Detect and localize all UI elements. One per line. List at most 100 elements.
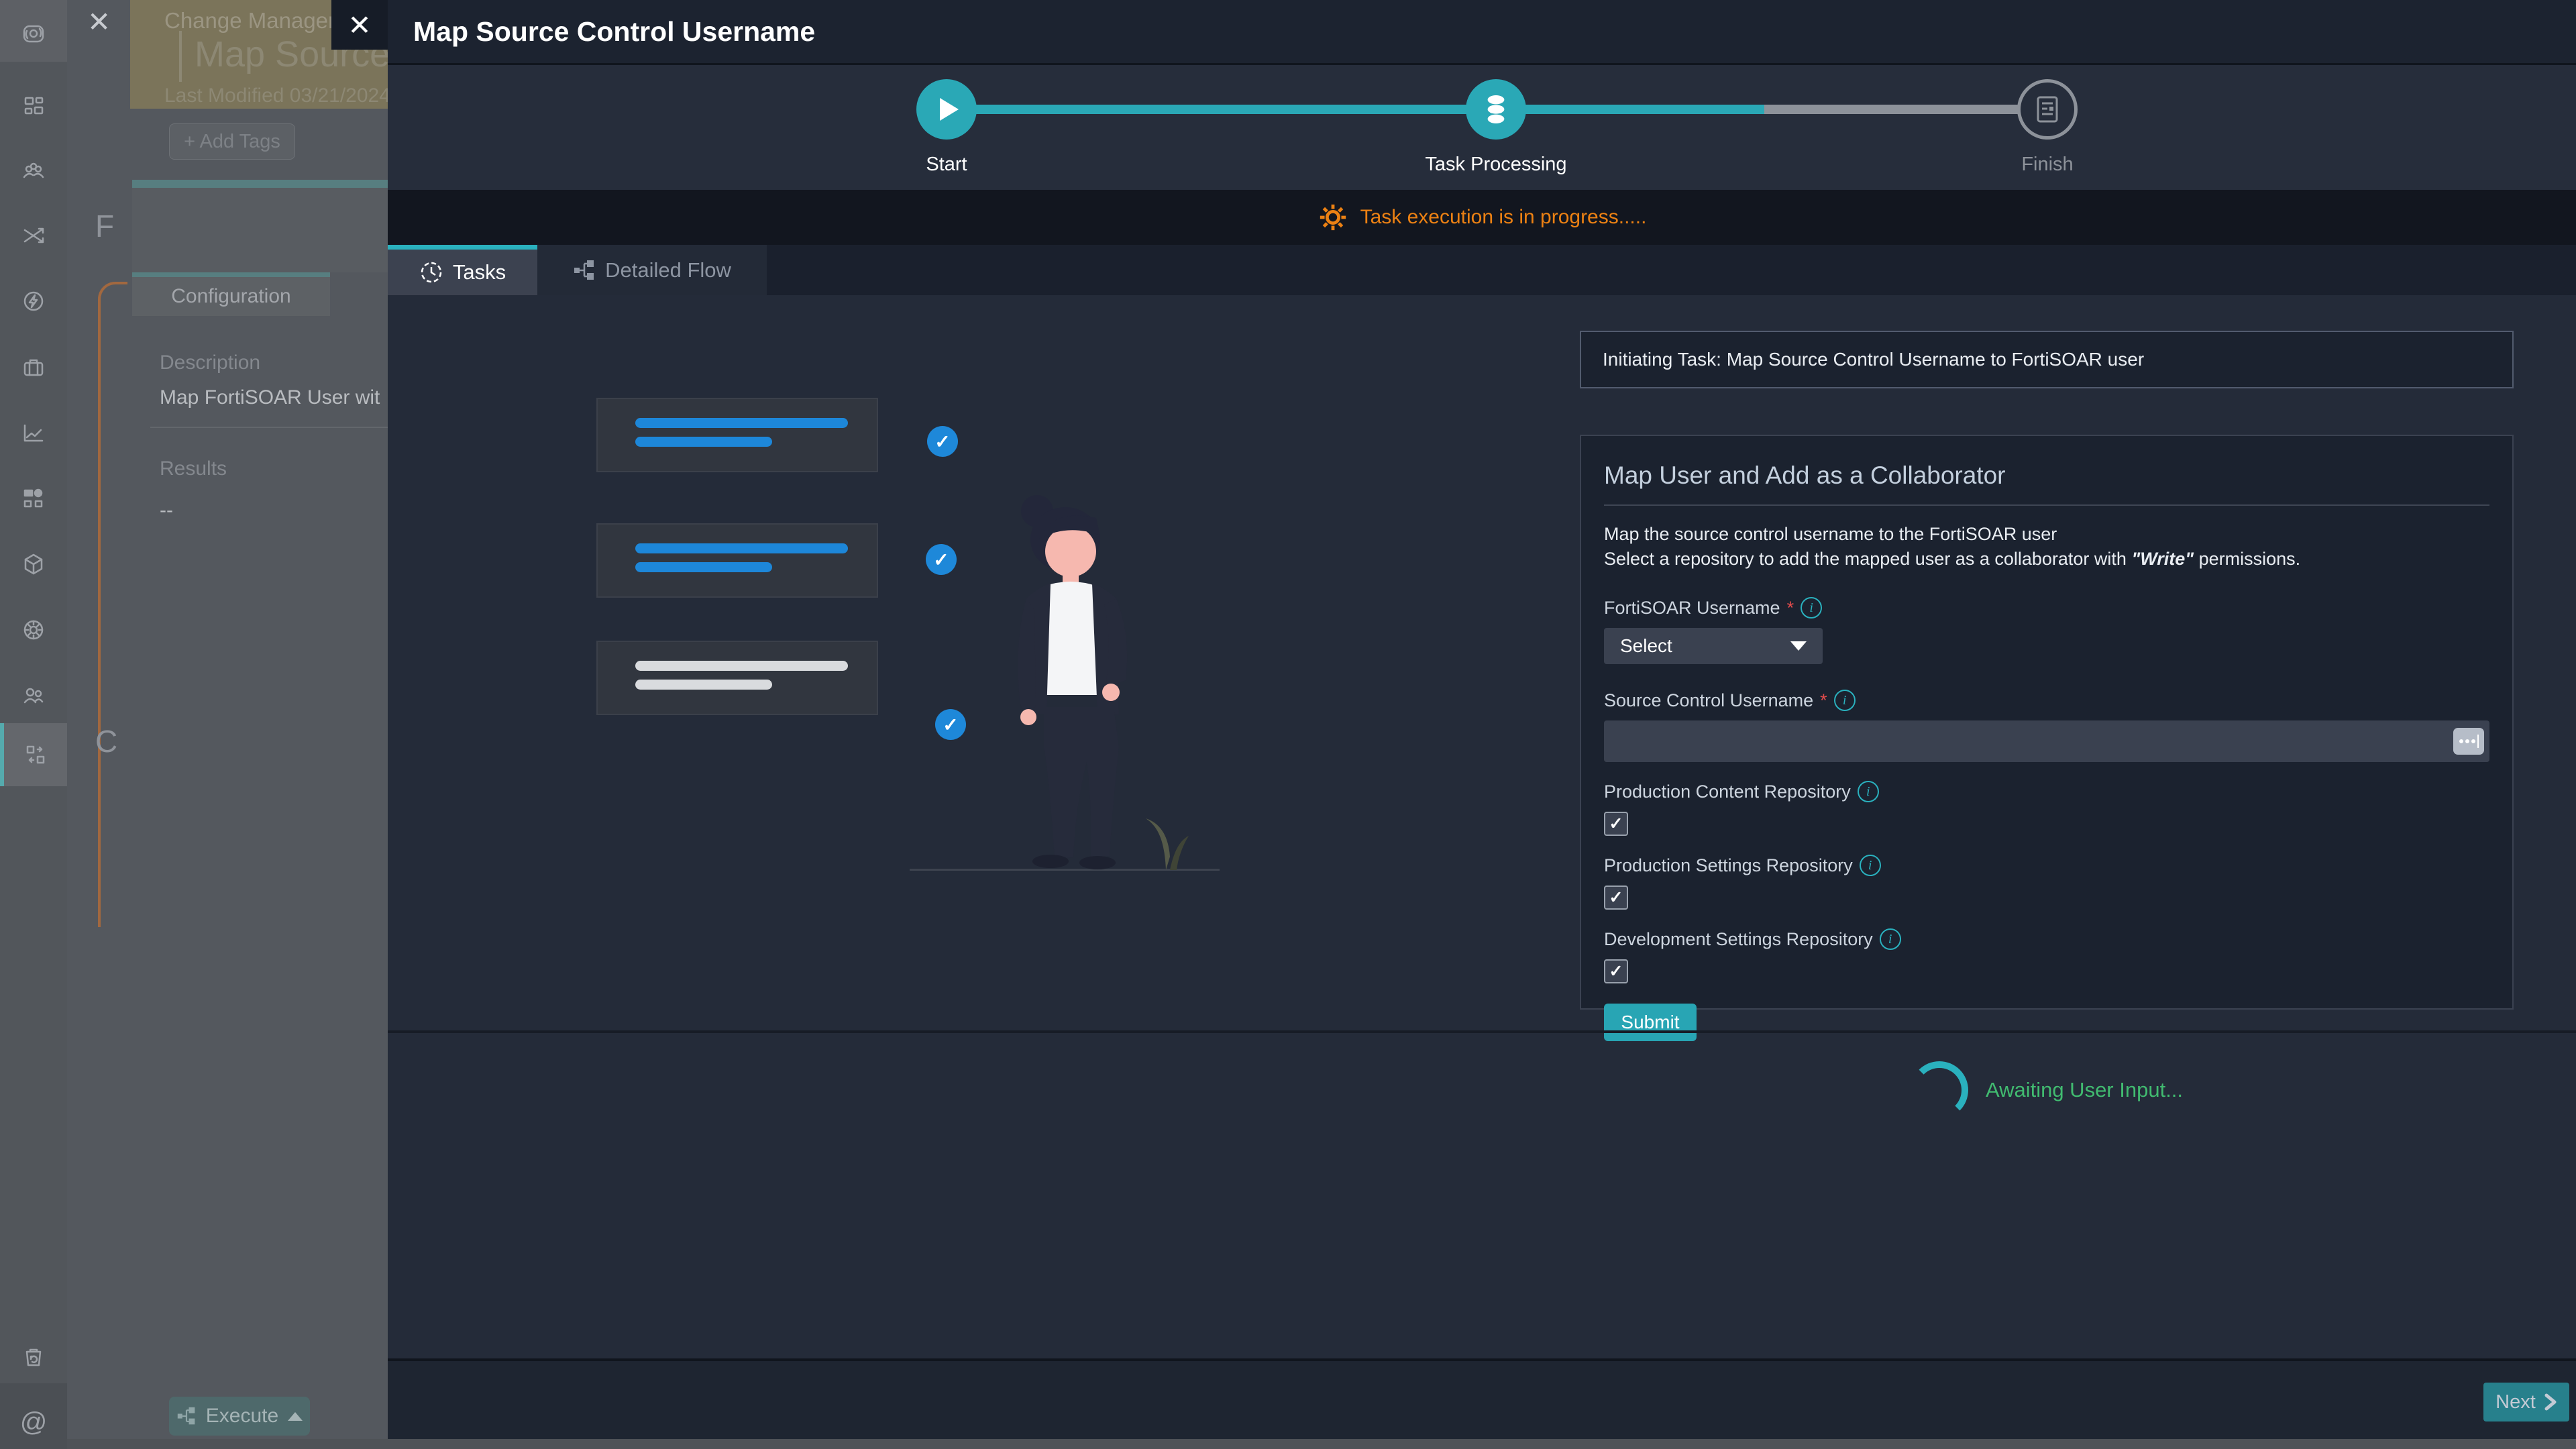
- next-label: Next: [2496, 1391, 2536, 1413]
- production-content-repository-label: Production Content Repository i: [1604, 781, 2489, 802]
- source-control-username-input[interactable]: [1604, 720, 2489, 762]
- widgets-icon[interactable]: [0, 476, 67, 521]
- chevron-down-icon: [1790, 641, 1807, 651]
- execution-status-text: Task execution is in progress.....: [1360, 206, 1647, 229]
- stepper-progress-line: [947, 105, 1764, 114]
- illustration-bar: [635, 562, 772, 572]
- check-icon: ✓: [1609, 814, 1623, 834]
- content-divider: [388, 1030, 2576, 1033]
- info-icon[interactable]: i: [1858, 781, 1879, 802]
- step-task-processing-label: Task Processing: [1425, 154, 1566, 176]
- modal-title: Map Source Control Username: [413, 16, 815, 48]
- info-icon[interactable]: i: [1801, 597, 1822, 619]
- mentions-icon[interactable]: @: [0, 1400, 67, 1444]
- form-desc-line1: Map the source control username to the F…: [1604, 524, 2057, 544]
- close-icon: ✕: [347, 9, 371, 42]
- briefcase-icon[interactable]: [0, 345, 67, 389]
- execute-label: Execute: [206, 1405, 278, 1428]
- info-icon[interactable]: i: [1860, 855, 1881, 876]
- configuration-tab-accent: [132, 272, 330, 277]
- development-settings-repository-checkbox[interactable]: ✓: [1604, 959, 1628, 983]
- production-content-repository-checkbox[interactable]: ✓: [1604, 812, 1628, 836]
- form-desc-write-emphasis: "Write": [2131, 549, 2194, 569]
- tab-detailed-flow[interactable]: Detailed Flow: [537, 245, 767, 295]
- illustration-bar: [635, 543, 848, 553]
- modal-tab-bar: Tasks Detailed Flow: [388, 245, 2576, 295]
- loading-spinner-icon: [1911, 1061, 1968, 1119]
- execute-button[interactable]: Execute: [169, 1397, 310, 1436]
- playbook-flow-icon: [176, 1406, 197, 1426]
- database-icon: [1483, 93, 1509, 125]
- tab-detailed-flow-label: Detailed Flow: [605, 258, 731, 282]
- configuration-tab[interactable]: Configuration: [132, 277, 330, 316]
- person-illustration: [965, 491, 1193, 877]
- fortisoar-username-select[interactable]: Select: [1604, 628, 1823, 664]
- awaiting-user-input-status: Awaiting User Input...: [1580, 1061, 2514, 1119]
- flow-icon: [573, 259, 596, 282]
- truncated-text-top: F: [95, 208, 114, 244]
- at-glyph: @: [20, 1407, 48, 1438]
- dashboard-icon[interactable]: [0, 84, 67, 128]
- chevron-right-icon: [2544, 1393, 2557, 1411]
- results-label: Results: [160, 458, 227, 480]
- lightning-icon[interactable]: [0, 279, 67, 323]
- illustration-bar: [635, 661, 848, 671]
- modal-close-button[interactable]: ✕: [331, 0, 388, 50]
- recycle-bin-icon[interactable]: [0, 1334, 67, 1379]
- sidebar-item-data-exchange-active[interactable]: [0, 723, 67, 786]
- next-button[interactable]: Next: [2483, 1383, 2569, 1421]
- description-label: Description: [160, 352, 260, 374]
- section-header-block: [132, 188, 388, 272]
- check-icon: ✓: [1609, 888, 1623, 908]
- illustration-bar: [635, 437, 772, 447]
- automation-logo-icon[interactable]: [0, 11, 67, 56]
- play-icon: [940, 98, 959, 121]
- stepper-remaining-line: [1764, 105, 2047, 114]
- source-control-username-label: Source Control Username * i: [1604, 690, 2489, 711]
- step-start-label: Start: [926, 154, 967, 176]
- tasks-tab-content: ✓ ✓ ✓: [388, 295, 2576, 1358]
- check-badge: ✓: [926, 544, 957, 575]
- wizard-stepper: Start Task Processing Finish: [388, 65, 2576, 190]
- form-title-divider: [1604, 504, 2489, 506]
- illustration-bar: [635, 680, 772, 690]
- section-accent-bar: [132, 180, 388, 188]
- record-title-divider: [179, 31, 182, 82]
- tab-tasks[interactable]: Tasks: [388, 245, 537, 295]
- required-marker: *: [1787, 598, 1794, 619]
- map-user-form-panel: Map User and Add as a Collaborator Map t…: [1580, 435, 2514, 1010]
- step-start[interactable]: [916, 79, 977, 140]
- cube-icon[interactable]: [0, 542, 67, 586]
- check-badge: ✓: [927, 426, 958, 457]
- execution-status-banner: Task execution is in progress.....: [388, 190, 2576, 245]
- modal-footer: Next: [388, 1358, 2576, 1439]
- caret-up-icon: [288, 1412, 303, 1421]
- gear-spinner-icon: [1318, 202, 1348, 233]
- illustration-card: [596, 398, 878, 472]
- illustration-card: [596, 523, 878, 598]
- illustration-card: [596, 641, 878, 715]
- page-bottom-strip: [67, 1439, 2576, 1449]
- submit-button[interactable]: Submit: [1604, 1004, 1697, 1041]
- step-task-processing[interactable]: [1466, 79, 1526, 140]
- add-tags-button[interactable]: + Add Tags: [169, 123, 295, 160]
- report-icon: [2035, 95, 2059, 123]
- analytics-chart-icon[interactable]: [0, 411, 67, 455]
- settings-wheel-icon[interactable]: [0, 608, 67, 652]
- people-icon[interactable]: [0, 674, 67, 718]
- background-record-page: ✕ Change Management: Map Source C Last M…: [67, 0, 388, 1449]
- shuffle-icon[interactable]: [0, 213, 67, 258]
- production-settings-repository-checkbox[interactable]: ✓: [1604, 885, 1628, 910]
- dynamic-values-button[interactable]: [2453, 728, 2484, 755]
- team-icon[interactable]: [0, 149, 67, 193]
- panel-divider: [150, 427, 388, 428]
- info-icon[interactable]: i: [1880, 928, 1901, 950]
- results-value: --: [160, 499, 173, 522]
- step-finish[interactable]: [2017, 79, 2078, 140]
- orange-card-border: [98, 282, 127, 927]
- record-close-icon[interactable]: ✕: [87, 5, 111, 38]
- truncated-text-bottom: C: [95, 723, 117, 759]
- info-icon[interactable]: i: [1834, 690, 1856, 711]
- required-marker: *: [1820, 690, 1827, 711]
- form-desc-line2c: permissions.: [2194, 549, 2300, 569]
